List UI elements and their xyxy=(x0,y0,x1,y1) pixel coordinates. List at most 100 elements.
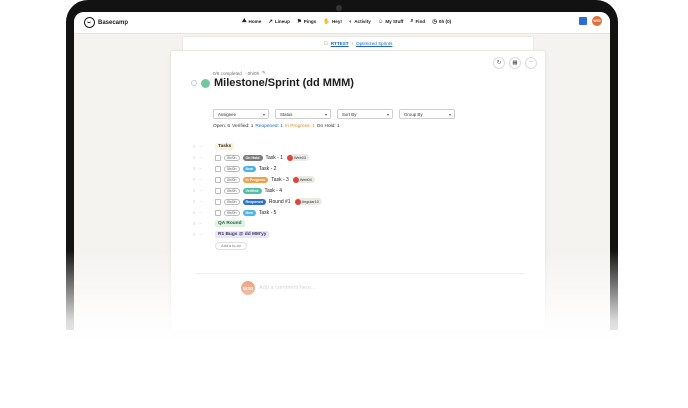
assignee-name: Web04 xyxy=(299,177,312,182)
task-hours[interactable]: 0h/0h xyxy=(224,176,240,183)
status-badge[interactable]: In Progress xyxy=(242,176,269,183)
group-header-bugs[interactable]: ≡ ⋯ R1 Bugs @ dd MM'yy xyxy=(193,229,513,240)
drag-icon[interactable]: ≡ xyxy=(193,199,195,204)
task-title[interactable]: Task - 2 xyxy=(259,166,277,172)
count-in-progress[interactable]: In Progress: 1 xyxy=(285,124,315,129)
nav-pings-label: Pings xyxy=(303,19,317,24)
milestone-card: ↻ ▦ ⋯ 0/6 completed · 0h/0h ✎ Milestone/… xyxy=(170,50,546,330)
task-row[interactable]: ≡ ⋯ 0h/0h Verified Task - 4 xyxy=(193,185,513,196)
nav-menu: ⛰ Home ↗ Lineup ⚑ Pings ✋ Hey! ◐ Activity ☺ My… xyxy=(242,18,451,25)
assignee-name: Web03 xyxy=(294,155,306,160)
count-on-hold[interactable]: On Hold: 1 xyxy=(317,124,340,129)
task-checkbox[interactable] xyxy=(215,154,221,161)
task-hours[interactable]: 0h/0h xyxy=(224,209,240,216)
nav-lineup-label: Lineup xyxy=(274,19,290,24)
count-verified[interactable]: Verified: 1 xyxy=(232,124,253,129)
drag-icon[interactable]: ≡ xyxy=(193,144,195,149)
drag-icon[interactable]: ≡ xyxy=(193,177,195,182)
comment-box[interactable]: WS0 Add a comment here... xyxy=(241,281,316,295)
more-dots-icon[interactable]: ⋯ xyxy=(198,188,202,193)
nav-activity[interactable]: ◐ Activity xyxy=(349,18,371,25)
task-hours[interactable]: 0h/0h xyxy=(224,165,240,172)
drag-icon[interactable]: ≡ xyxy=(193,155,195,160)
more-dots-icon[interactable]: ⋯ xyxy=(198,166,202,171)
breadcrumb-list[interactable]: Optimized Sprints xyxy=(356,41,392,46)
drag-icon[interactable]: ≡ xyxy=(193,232,195,237)
row-gutter: ≡ ⋯ xyxy=(193,188,213,193)
assignee-chip[interactable]: Web04 xyxy=(292,176,315,183)
add-todo-button[interactable]: Add a to-do xyxy=(215,242,247,250)
task-title[interactable]: Task - 3 xyxy=(271,177,289,183)
filter-status[interactable]: Status ▾ xyxy=(275,109,331,119)
status-badge[interactable]: New xyxy=(242,165,256,172)
row-gutter: ≡ ⋯ xyxy=(193,144,213,149)
grid-icon[interactable]: ▦ xyxy=(509,57,521,69)
more-icon[interactable]: ⋯ xyxy=(525,57,537,69)
assignee-chip[interactable]: Angular10 xyxy=(294,198,322,205)
more-dots-icon[interactable]: ⋯ xyxy=(198,155,202,160)
more-dots-icon[interactable]: ⋯ xyxy=(198,210,202,215)
laptop-frame: Basecamp ⛰ Home ↗ Lineup ⚑ Pings ✋ Hey! ◐ Act… xyxy=(66,0,618,330)
nav-pings[interactable]: ⚑ Pings xyxy=(297,18,316,25)
task-title[interactable]: Task - 5 xyxy=(259,210,277,216)
drag-icon[interactable]: ≡ xyxy=(193,210,195,215)
screen: Basecamp ⛰ Home ↗ Lineup ⚑ Pings ✋ Hey! ◐ Act… xyxy=(74,12,610,330)
more-dots-icon[interactable]: ⋯ xyxy=(198,177,202,182)
task-checkbox[interactable] xyxy=(215,209,221,216)
task-row[interactable]: ≡ ⋯ 0h/0h New Task - 5 xyxy=(193,207,513,218)
more-dots-icon[interactable]: ⋯ xyxy=(198,199,202,204)
task-row[interactable]: ≡ ⋯ 0h/0h Reopened Round #1 Angular10 xyxy=(193,196,513,207)
comment-divider xyxy=(195,273,525,274)
filter-assignee[interactable]: Assignee ▾ xyxy=(213,109,269,119)
nav-home[interactable]: ⛰ Home xyxy=(242,18,261,25)
task-title[interactable]: Task - 1 xyxy=(266,155,284,161)
more-dots-icon[interactable]: ⋯ xyxy=(198,232,202,237)
milestone-check-icon[interactable] xyxy=(201,78,210,88)
drag-icon[interactable]: ≡ xyxy=(193,221,195,226)
task-checkbox[interactable] xyxy=(215,187,221,194)
drag-handle-icon[interactable] xyxy=(191,80,197,86)
task-hours[interactable]: 0h/0h xyxy=(224,198,240,205)
nav-lineup[interactable]: ↗ Lineup xyxy=(268,18,290,25)
task-row[interactable]: ≡ ⋯ 0h/0h On Hold Task - 1 Web03 xyxy=(193,152,513,163)
count-reopened[interactable]: Reopened: 1 xyxy=(255,124,282,129)
task-row[interactable]: ≡ ⋯ 0h/0h In Progress Task - 3 Web04 xyxy=(193,174,513,185)
status-badge[interactable]: Reopened xyxy=(242,198,266,205)
task-hours[interactable]: 0h/0h xyxy=(224,187,240,194)
basecamp-logo[interactable]: Basecamp xyxy=(84,17,128,28)
task-checkbox[interactable] xyxy=(215,176,221,183)
group-header-tasks[interactable]: ≡ ⋯ Tasks xyxy=(193,141,513,152)
drag-icon[interactable]: ≡ xyxy=(193,188,195,193)
assignee-avatar xyxy=(292,176,299,183)
nav-timer[interactable]: ◷ 0h (0) xyxy=(432,18,451,25)
completed-summary: 0/6 completed · 0h/0h ✎ xyxy=(213,70,266,76)
more-dots-icon[interactable]: ⋯ xyxy=(198,144,202,149)
nav-find[interactable]: ⌕ Find xyxy=(410,18,425,25)
group-header-qa[interactable]: ≡ ⋯ QA Round xyxy=(193,218,513,229)
filter-sort[interactable]: Sort By ▾ xyxy=(337,109,393,119)
refresh-icon[interactable]: ↻ xyxy=(493,57,505,69)
status-badge[interactable]: On Hold xyxy=(242,154,263,161)
task-hours[interactable]: 0h/0h xyxy=(224,154,240,161)
status-badge[interactable]: New xyxy=(242,209,256,216)
edit-icon[interactable]: ✎ xyxy=(262,70,266,76)
task-title[interactable]: Round #1 xyxy=(269,199,291,205)
assignee-chip[interactable]: Web03 xyxy=(287,154,309,161)
task-title[interactable]: Task - 4 xyxy=(265,188,283,194)
count-open[interactable]: Open: 6 xyxy=(213,124,230,129)
comment-input[interactable]: Add a comment here... xyxy=(259,285,316,291)
task-checkbox[interactable] xyxy=(215,198,221,205)
more-dots-icon[interactable]: ⋯ xyxy=(198,221,202,226)
task-checkbox[interactable] xyxy=(215,165,221,172)
flag-icon[interactable] xyxy=(579,17,587,25)
status-badge[interactable]: Verified xyxy=(242,187,262,194)
task-row[interactable]: ≡ ⋯ 0h/0h New Task - 2 xyxy=(193,163,513,174)
nav-mystuff[interactable]: ☺ My Stuff xyxy=(378,18,404,25)
user-avatar[interactable]: WS0 xyxy=(592,16,602,26)
breadcrumb-project[interactable]: RTTEST xyxy=(331,41,349,46)
task-rows: ≡ ⋯ 0h/0h On Hold Task - 1 Web03 ≡ ⋯ 0h/0h New Tas… xyxy=(193,152,513,218)
nav-hey[interactable]: ✋ Hey! xyxy=(323,18,342,25)
filter-group[interactable]: Group By ▾ xyxy=(399,109,455,119)
drag-icon[interactable]: ≡ xyxy=(193,166,195,171)
nav-home-label: Home xyxy=(248,19,262,24)
